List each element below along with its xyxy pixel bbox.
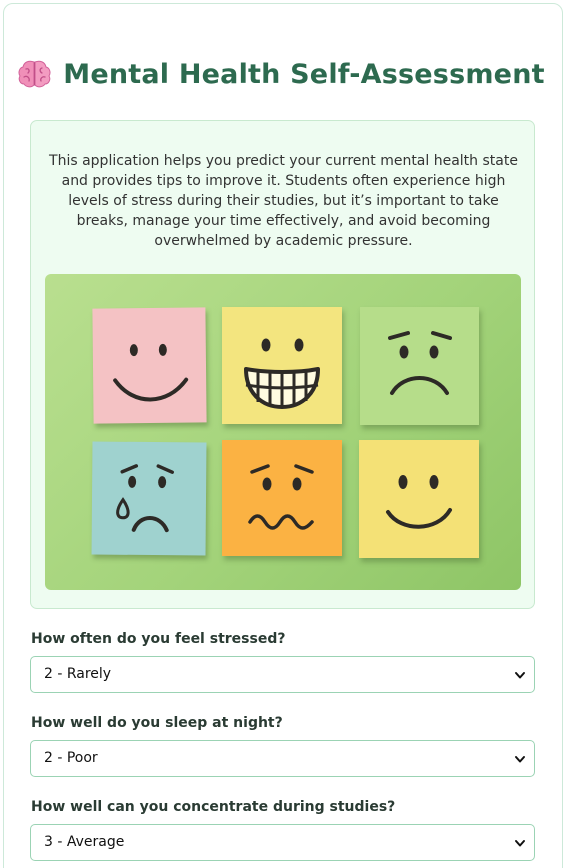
crying-icon xyxy=(116,464,174,533)
page-header: Mental Health Self-Assessment xyxy=(0,52,563,96)
anxious-icon xyxy=(248,464,314,530)
note-smile-2 xyxy=(359,440,479,558)
concentration-question-label: How well can you concentrate during stud… xyxy=(31,799,396,815)
sleep-question-label: How well do you sleep at night? xyxy=(31,715,283,731)
intro-text: This application helps you predict your … xyxy=(49,153,518,249)
intro-panel: This application helps you predict your … xyxy=(30,120,535,609)
stress-select[interactable]: 2 - Rarely xyxy=(30,656,535,693)
page-title: Mental Health Self-Assessment xyxy=(63,58,545,90)
note-anxious xyxy=(222,440,342,556)
note-smile xyxy=(92,307,207,424)
frown-icon xyxy=(388,331,452,395)
emotions-image xyxy=(45,274,521,590)
note-grin xyxy=(222,307,342,424)
concentration-select-value: 3 - Average xyxy=(44,834,125,850)
smile-icon xyxy=(113,343,189,402)
stress-question-label: How often do you feel stressed? xyxy=(31,631,286,647)
smile-icon xyxy=(386,475,452,529)
chevron-down-icon xyxy=(515,840,525,847)
stress-select-value: 2 - Rarely xyxy=(44,666,112,682)
brain-icon xyxy=(18,59,51,89)
note-crying xyxy=(91,441,207,556)
grin-icon xyxy=(244,338,320,409)
concentration-select[interactable]: 3 - Average xyxy=(30,824,535,861)
chevron-down-icon xyxy=(515,756,525,763)
sleep-select-value: 2 - Poor xyxy=(44,750,98,766)
chevron-down-icon xyxy=(515,672,525,679)
note-frown xyxy=(360,307,479,425)
sleep-select[interactable]: 2 - Poor xyxy=(30,740,535,777)
